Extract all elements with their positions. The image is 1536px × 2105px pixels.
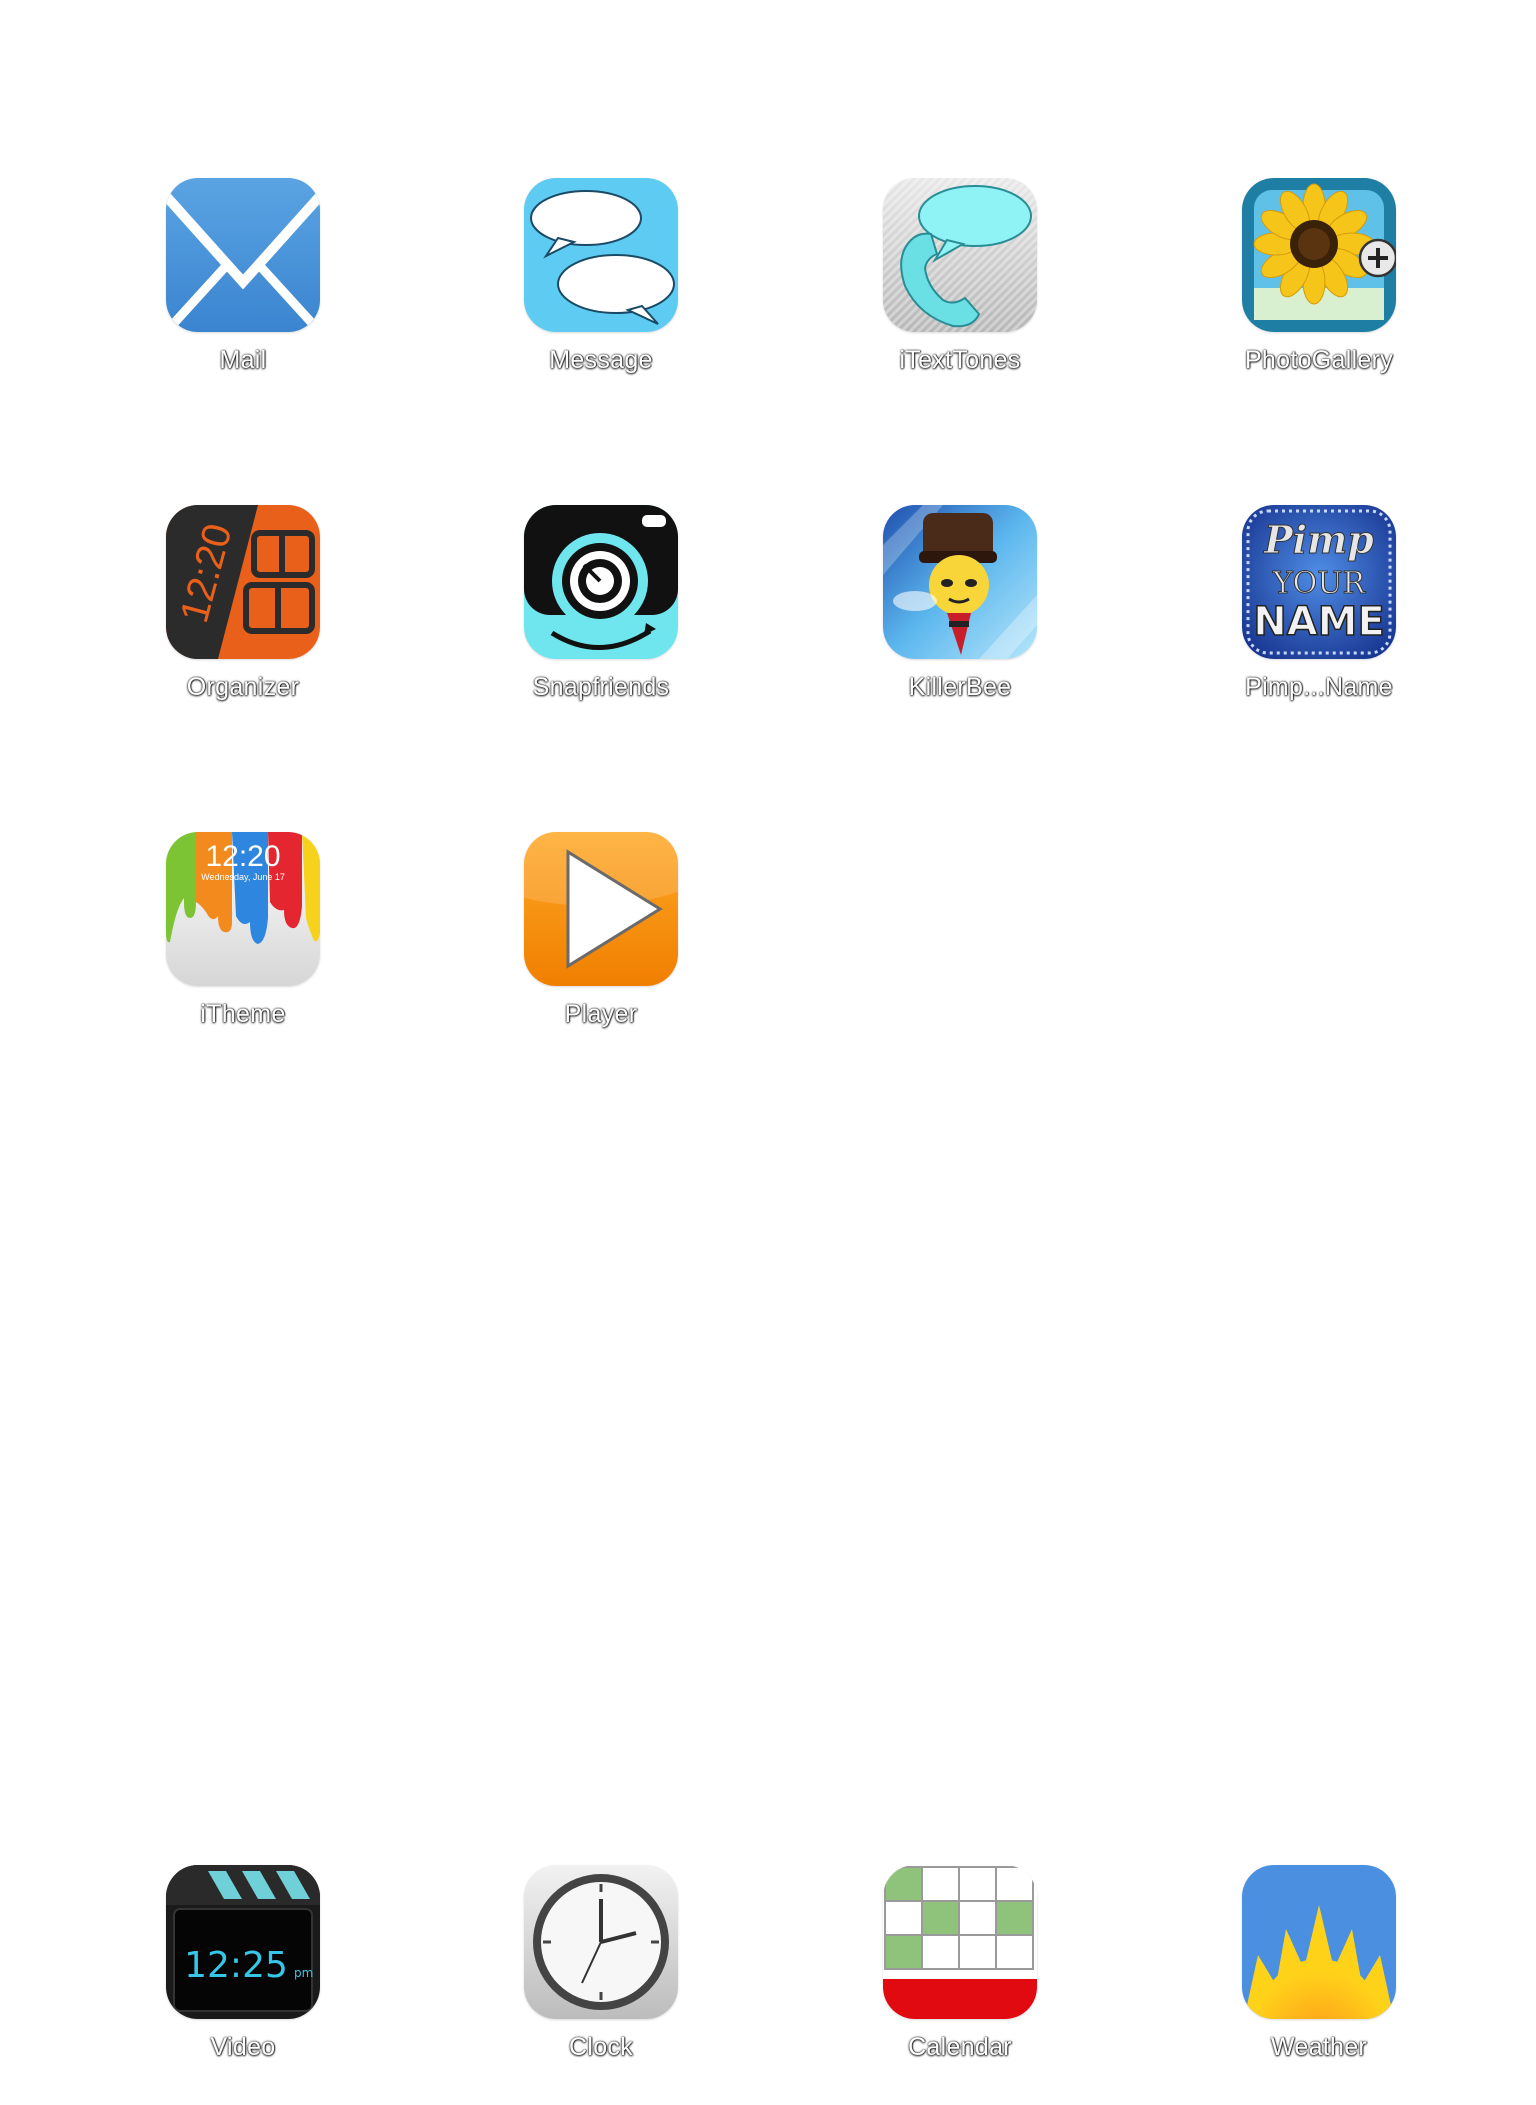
organizer-icon: 12:20 (166, 505, 320, 659)
player-icon (524, 832, 678, 986)
mail-icon (166, 178, 320, 332)
your-text: YOUR (1272, 566, 1367, 601)
app-label: iTextTones (899, 346, 1021, 374)
name-text: NAME (1253, 599, 1385, 645)
app-itheme[interactable]: 12:20 Wednesday, June 17 iTheme (63, 832, 423, 1072)
pimp-text: Pimp (1263, 517, 1374, 562)
dock-app-calendar[interactable]: Calendar (780, 1865, 1140, 2105)
video-icon-ampm: pm (294, 1966, 313, 1980)
app-label: Player (564, 1000, 638, 1028)
pimp-your-name-icon: Pimp YOUR NAME (1242, 505, 1396, 659)
app-label: Snapfriends (532, 673, 670, 701)
app-player[interactable]: Player (421, 832, 781, 1072)
app-itexttones[interactable]: iTextTones (780, 178, 1140, 418)
app-label: KillerBee (908, 673, 1012, 701)
message-icon (524, 178, 678, 332)
itheme-icon-date: Wednesday, June 17 (201, 872, 285, 882)
app-label: iTheme (200, 1000, 286, 1028)
app-label: PhotoGallery (1244, 346, 1394, 374)
dock-app-weather[interactable]: Weather (1139, 1865, 1499, 2105)
app-label: Organizer (186, 673, 300, 701)
app-photogallery[interactable]: PhotoGallery (1139, 178, 1499, 418)
video-icon-time: 12:25 (184, 1945, 288, 1986)
photogallery-icon (1242, 178, 1396, 332)
dock-app-video[interactable]: 12:25 pm Video (63, 1865, 423, 2105)
dock-app-clock[interactable]: Clock (421, 1865, 781, 2105)
app-killerbee[interactable]: KillerBee (780, 505, 1140, 745)
killerbee-icon (883, 505, 1037, 659)
weather-icon (1242, 1865, 1396, 2019)
clock-icon (524, 1865, 678, 2019)
app-message[interactable]: Message (421, 178, 781, 418)
video-icon: 12:25 pm (166, 1865, 320, 2019)
app-mail[interactable]: Mail (63, 178, 423, 418)
app-label: Mail (219, 346, 267, 374)
app-organizer[interactable]: 12:20 Organizer (63, 505, 423, 745)
itheme-icon-time: 12:20 (205, 840, 280, 873)
itexttones-icon (883, 178, 1037, 332)
calendar-icon (883, 1865, 1037, 2019)
app-snapfriends[interactable]: Snapfriends (421, 505, 781, 745)
app-pimp-your-name[interactable]: Pimp YOUR NAME Pimp...Name (1139, 505, 1499, 745)
snapfriends-icon (524, 505, 678, 659)
app-label: Pimp...Name (1245, 673, 1393, 701)
app-label: Message (549, 346, 653, 374)
itheme-icon: 12:20 Wednesday, June 17 (166, 832, 320, 986)
